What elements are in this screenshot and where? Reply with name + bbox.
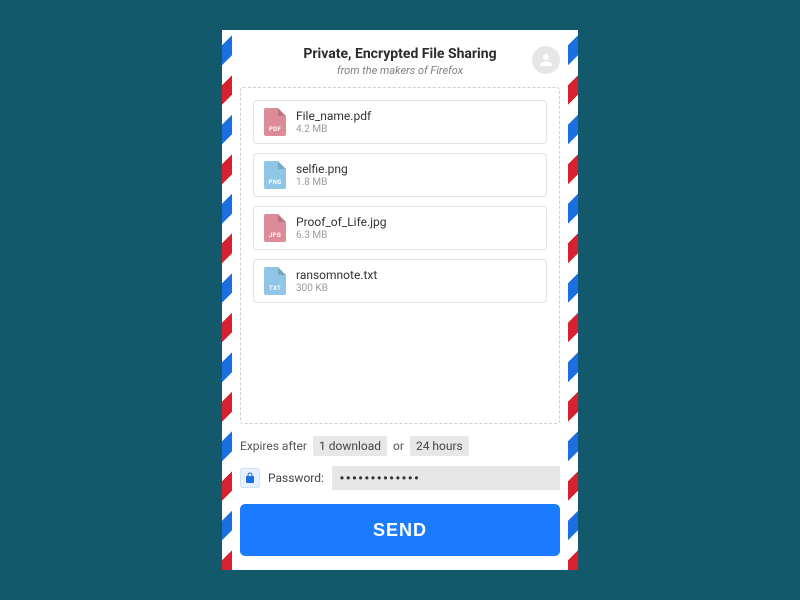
file-name: File_name.pdf	[296, 109, 371, 123]
airmail-stripe-right	[568, 30, 578, 570]
page-title: Private, Encrypted File Sharing	[240, 46, 560, 62]
file-size: 6.3 MB	[296, 230, 387, 241]
file-size: 300 KB	[296, 283, 377, 294]
file-name: ransomnote.txt	[296, 268, 377, 282]
password-row: Password:	[240, 466, 560, 490]
file-row[interactable]: selfie.png1.8 MB	[253, 153, 547, 197]
expires-row: Expires after 1 download or 24 hours	[240, 436, 560, 456]
file-name: selfie.png	[296, 162, 348, 176]
file-meta: selfie.png1.8 MB	[296, 162, 348, 188]
file-share-card: Private, Encrypted File Sharing from the…	[222, 30, 578, 570]
file-name: Proof_of_Life.jpg	[296, 215, 387, 229]
profile-avatar[interactable]	[532, 46, 560, 74]
user-icon	[537, 51, 555, 69]
lock-icon	[244, 472, 256, 484]
airmail-stripe-left	[222, 30, 232, 570]
file-meta: File_name.pdf4.2 MB	[296, 109, 371, 135]
file-meta: Proof_of_Life.jpg6.3 MB	[296, 215, 387, 241]
expires-label: Expires after	[240, 439, 307, 453]
password-label: Password:	[268, 471, 324, 485]
header: Private, Encrypted File Sharing from the…	[240, 42, 560, 87]
file-meta: ransomnote.txt300 KB	[296, 268, 377, 294]
file-type-icon	[264, 267, 286, 295]
send-button[interactable]: SEND	[240, 504, 560, 556]
file-row[interactable]: ransomnote.txt300 KB	[253, 259, 547, 303]
expires-downloads-select[interactable]: 1 download	[313, 436, 387, 456]
expires-time-select[interactable]: 24 hours	[410, 436, 469, 456]
page-subtitle: from the makers of Firefox	[240, 64, 560, 77]
expires-or: or	[393, 439, 404, 453]
file-type-icon	[264, 214, 286, 242]
password-toggle[interactable]	[240, 468, 260, 488]
file-type-icon	[264, 108, 286, 136]
file-type-icon	[264, 161, 286, 189]
password-input[interactable]	[332, 466, 560, 490]
file-dropzone[interactable]: File_name.pdf4.2 MB selfie.png1.8 MB Proof…	[240, 87, 560, 424]
file-size: 4.2 MB	[296, 124, 371, 135]
file-size: 1.8 MB	[296, 177, 348, 188]
file-row[interactable]: Proof_of_Life.jpg6.3 MB	[253, 206, 547, 250]
file-row[interactable]: File_name.pdf4.2 MB	[253, 100, 547, 144]
